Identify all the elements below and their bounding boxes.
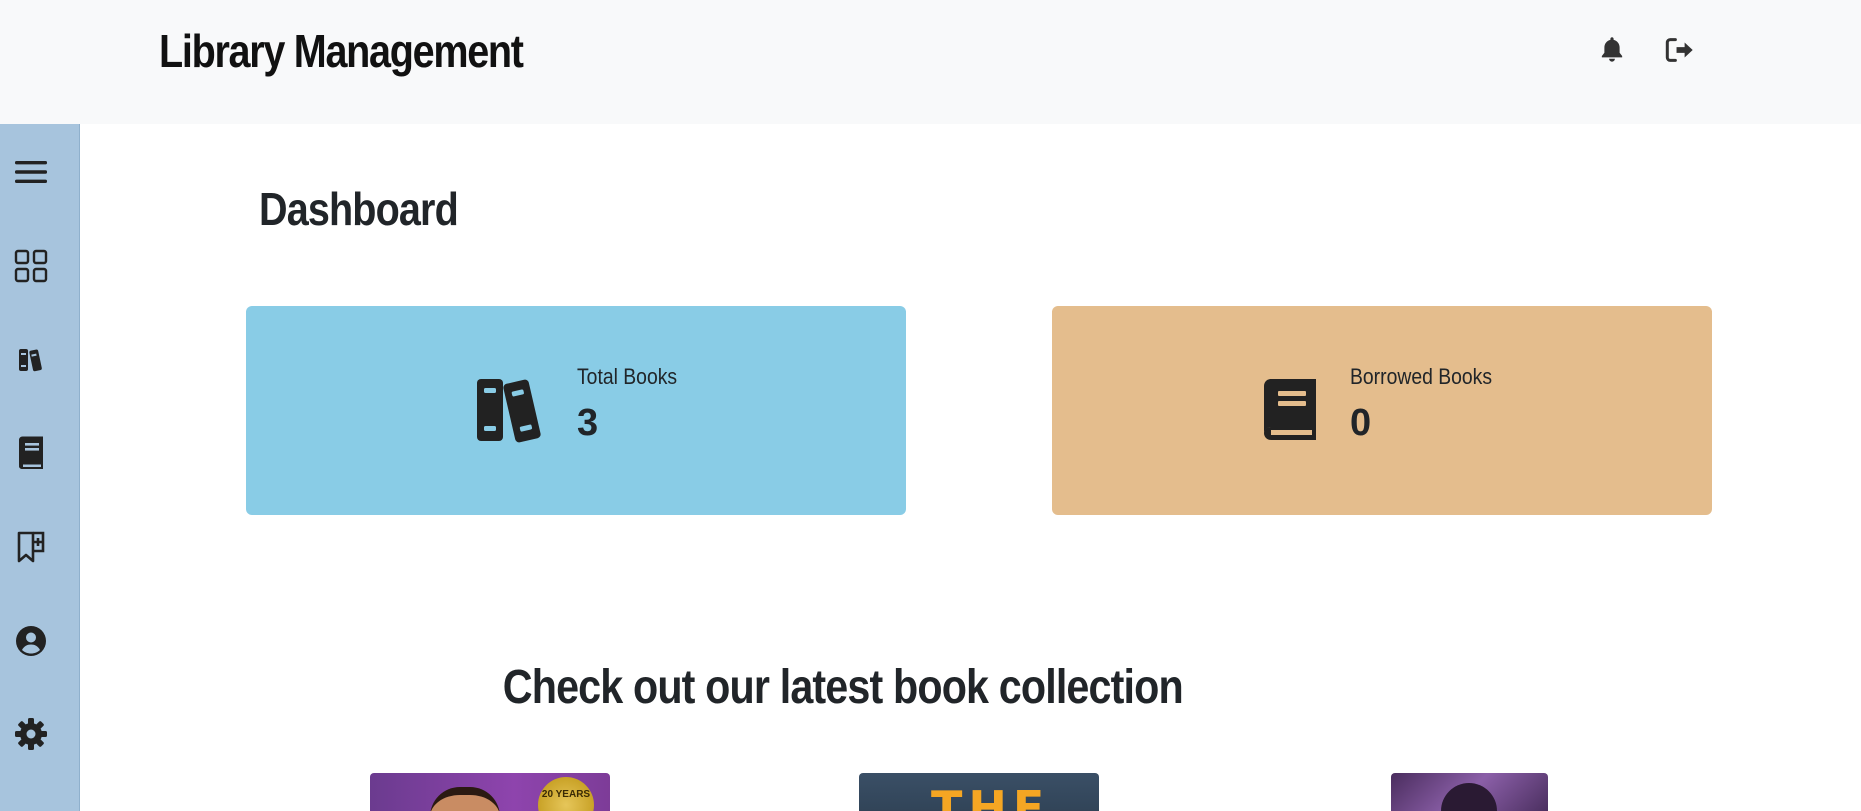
book-cover[interactable] bbox=[1391, 773, 1548, 811]
bell-icon[interactable] bbox=[1596, 34, 1628, 66]
page-title: Dashboard bbox=[259, 183, 459, 235]
grid-icon[interactable] bbox=[11, 246, 51, 286]
cover-artwork bbox=[1441, 783, 1497, 811]
total-books-label: Total Books bbox=[577, 364, 678, 389]
book-cover[interactable]: 20 YEARS bbox=[370, 773, 610, 811]
book-cover[interactable]: THE bbox=[859, 773, 1099, 811]
book-icon[interactable] bbox=[11, 433, 51, 473]
top-actions bbox=[1596, 34, 1696, 66]
borrowed-books-label: Borrowed Books bbox=[1350, 364, 1493, 389]
cover-title-text: THE bbox=[931, 781, 1051, 811]
collection-heading: Check out our latest book collection bbox=[502, 661, 1184, 714]
app-title: Library Management bbox=[159, 25, 524, 77]
borrowed-books-card: Borrowed Books 0 bbox=[1052, 306, 1712, 515]
top-navbar: Library Management bbox=[0, 0, 1861, 124]
bookmark-plus-icon[interactable] bbox=[11, 527, 51, 567]
logout-icon[interactable] bbox=[1664, 34, 1696, 66]
total-books-value: 3 bbox=[577, 402, 599, 444]
hamburger-menu-icon[interactable] bbox=[11, 152, 51, 192]
books-icon[interactable] bbox=[11, 340, 51, 380]
borrowed-books-value: 0 bbox=[1350, 402, 1372, 444]
cover-portrait bbox=[430, 787, 500, 811]
book-icon bbox=[1262, 378, 1318, 447]
gear-icon[interactable] bbox=[11, 714, 51, 754]
books-icon bbox=[475, 376, 541, 449]
total-books-card: Total Books 3 bbox=[246, 306, 906, 515]
user-circle-icon[interactable] bbox=[11, 621, 51, 661]
anniversary-seal: 20 YEARS bbox=[538, 777, 594, 811]
